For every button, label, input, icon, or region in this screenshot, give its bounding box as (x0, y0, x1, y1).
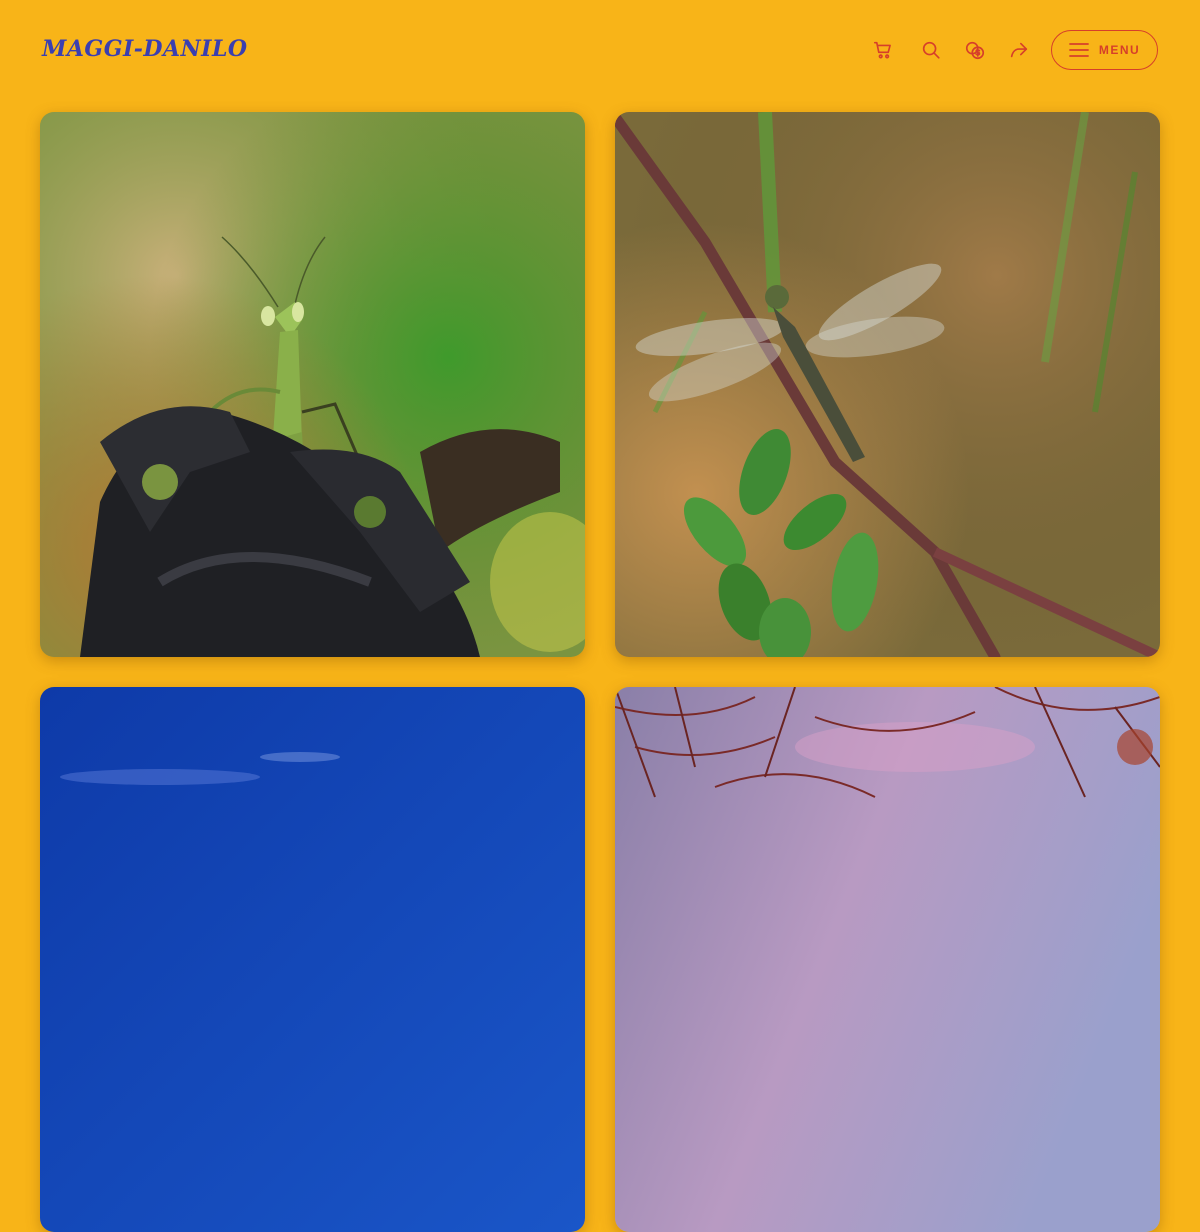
photo-card-trees[interactable] (615, 687, 1160, 1232)
cart-button[interactable] (869, 36, 897, 64)
trees-photo (615, 687, 1160, 1232)
search-button[interactable] (917, 36, 945, 64)
share-icon (1010, 42, 1028, 58)
site-header: MAGGI-DANILO MENU (0, 0, 1200, 100)
share-button[interactable] (1005, 36, 1033, 64)
dragonfly-photo (615, 112, 1160, 657)
currency-exchange-icon (965, 41, 985, 60)
menu-button[interactable]: MENU (1051, 30, 1158, 70)
mantis-photo (40, 112, 585, 657)
cart-icon (873, 41, 891, 59)
hamburger-icon (1068, 43, 1089, 57)
currency-button[interactable] (961, 36, 989, 64)
menu-label: MENU (1098, 43, 1141, 57)
site-logo[interactable]: MAGGI-DANILO (42, 36, 248, 62)
photo-card-mantis[interactable] (40, 112, 585, 657)
search-icon (922, 41, 940, 59)
sky-photo (40, 687, 585, 1232)
photo-card-sky[interactable] (40, 687, 585, 1232)
photo-card-dragonfly[interactable] (615, 112, 1160, 657)
